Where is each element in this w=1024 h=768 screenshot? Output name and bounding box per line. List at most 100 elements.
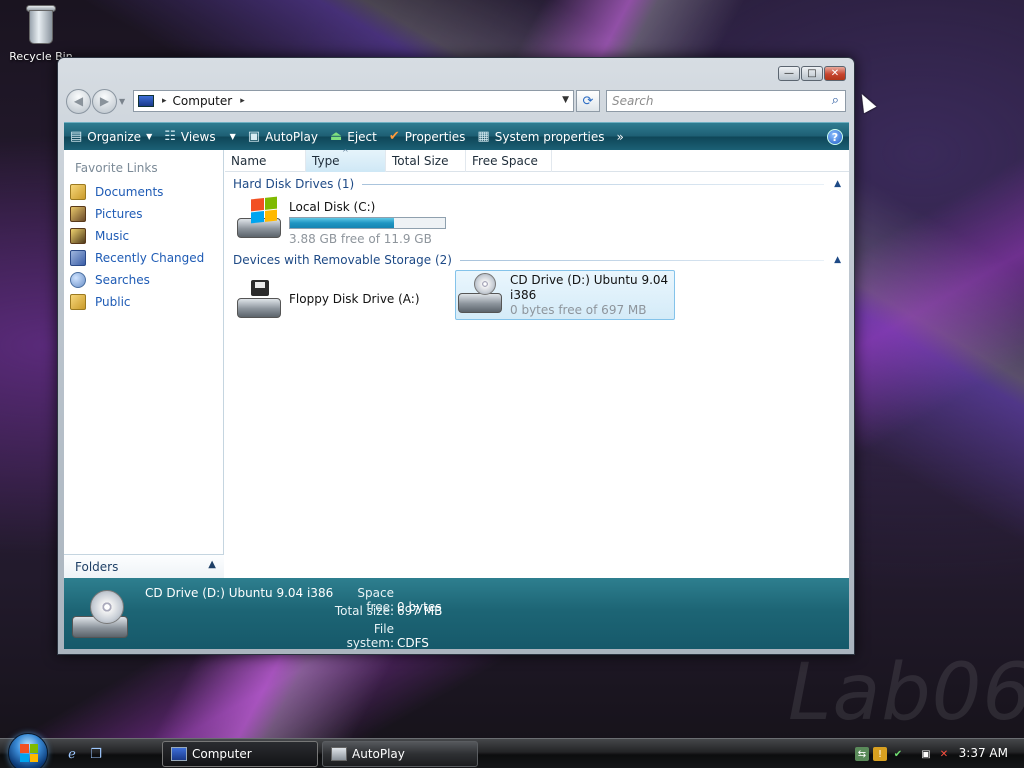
eject-label: Eject <box>347 129 377 144</box>
close-button[interactable]: ✕ <box>824 66 846 81</box>
system-properties-icon: ▦ <box>477 129 490 144</box>
drive-name-line1: CD Drive (D:) Ubuntu 9.04 <box>510 273 669 287</box>
group-title: Devices with Removable Storage (2) <box>233 253 452 267</box>
breadcrumb-computer[interactable]: Computer <box>173 94 233 108</box>
security-shield-icon[interactable]: ! <box>873 747 887 761</box>
autoplay-label: AutoPlay <box>265 129 318 144</box>
system-clock[interactable]: 3:37 AM <box>959 746 1008 760</box>
favorite-links-title: Favorite Links <box>75 161 158 175</box>
column-header-total-size[interactable]: Total Size <box>386 150 466 172</box>
drive-free-space: 0 bytes free of 697 MB <box>510 303 647 317</box>
switch-windows-icon[interactable]: ❐ <box>88 746 104 762</box>
explorer-window: — □ ✕ ◀ ▶ ▼ ▸ Computer ▸ ▼ ⟳ Search ⌕ ▤ O… <box>57 57 855 655</box>
group-removable-storage[interactable]: Devices with Removable Storage (2) ▲ <box>225 251 849 269</box>
favorite-link-music[interactable]: Music <box>70 225 204 247</box>
address-row: ◀ ▶ ▼ ▸ Computer ▸ ▼ ⟳ Search ⌕ <box>66 88 846 114</box>
column-header-type[interactable]: ^ Type <box>306 148 386 172</box>
favorite-link-searches[interactable]: Searches <box>70 269 204 291</box>
link-label: Public <box>95 295 131 309</box>
drive-free-space: 3.88 GB free of 11.9 GB <box>289 232 432 246</box>
maximize-button[interactable]: □ <box>801 66 823 81</box>
details-file-system: File system: CDFS <box>328 622 429 650</box>
properties-check-icon: ✔ <box>388 129 400 144</box>
favorite-link-documents[interactable]: Documents <box>70 181 204 203</box>
folders-label: Folders <box>75 559 119 574</box>
drive-item-cd[interactable]: CD Drive (D:) Ubuntu 9.04 i386 0 bytes f… <box>455 270 675 320</box>
column-header-label: Type <box>312 154 340 168</box>
back-button[interactable]: ◀ <box>66 88 91 114</box>
taskbar-button-computer[interactable]: Computer <box>162 741 318 767</box>
column-header-name[interactable]: Name <box>225 150 306 172</box>
search-input[interactable]: Search ⌕ <box>606 90 846 112</box>
eject-icon: ⏏ <box>329 129 343 144</box>
search-icon[interactable]: ⌕ <box>832 93 839 108</box>
hard-disk-icon <box>235 196 283 242</box>
breadcrumb-separator[interactable]: ▸ <box>240 96 245 106</box>
network-icon[interactable]: ▣ <box>919 747 933 761</box>
detail-key: Total size: <box>334 604 394 618</box>
minimize-button[interactable]: — <box>778 66 800 81</box>
task-label: AutoPlay <box>352 747 405 761</box>
computer-icon <box>171 747 187 761</box>
refresh-icon: ⟳ <box>582 93 594 109</box>
eject-button[interactable]: ⏏ Eject <box>324 123 383 150</box>
properties-button[interactable]: ✔ Properties <box>383 123 472 150</box>
update-check-icon[interactable]: ✔ <box>891 747 905 761</box>
folders-toggle[interactable]: Folders ▲ <box>64 554 224 578</box>
pictures-icon <box>70 206 86 222</box>
chevron-up-icon: ▲ <box>834 255 841 265</box>
details-total-size: Total size: 697 MB <box>332 604 442 618</box>
group-divider <box>362 183 825 185</box>
taskbar: ℯ ❐ Computer AutoPlay ⇆ ! ✔ ▣ ✕ 3:37 AM <box>0 733 1024 768</box>
internet-explorer-icon[interactable]: ℯ <box>64 746 80 762</box>
back-arrow-icon: ◀ <box>73 94 84 108</box>
favorite-link-pictures[interactable]: Pictures <box>70 203 204 225</box>
system-properties-button[interactable]: ▦ System properties <box>471 123 610 150</box>
drive-name-line2: i386 <box>510 288 537 302</box>
command-bar: ▤ Organize ▼ ☷ Views ▼ ▣ AutoPlay ⏏ Eject ✔ Pro… <box>64 122 849 150</box>
detail-value: CDFS <box>397 636 429 650</box>
organize-label: Organize <box>87 129 142 144</box>
help-icon[interactable]: ? <box>827 129 843 145</box>
network-sharing-icon[interactable]: ⇆ <box>855 747 869 761</box>
column-header-free-space[interactable]: Free Space <box>466 150 552 172</box>
refresh-button[interactable]: ⟳ <box>576 90 600 112</box>
cd-drive-icon <box>456 271 504 317</box>
system-properties-label: System properties <box>494 129 605 144</box>
documents-icon <box>70 184 86 200</box>
link-label: Documents <box>95 185 164 199</box>
sort-caret-icon: ^ <box>342 148 349 157</box>
disk-usage-fill <box>290 218 394 228</box>
taskbar-button-autoplay[interactable]: AutoPlay <box>322 741 478 767</box>
chevron-down-icon: ▼ <box>229 132 236 141</box>
detail-value: 697 MB <box>397 604 443 618</box>
breadcrumb-separator[interactable]: ▸ <box>162 96 167 106</box>
favorite-link-recently-changed[interactable]: Recently Changed <box>70 247 204 269</box>
favorite-link-public[interactable]: Public <box>70 291 204 313</box>
more-commands-button[interactable]: » <box>611 123 630 150</box>
autoplay-button[interactable]: ▣ AutoPlay <box>242 123 324 150</box>
favorite-links-list: Documents Pictures Music Recently Change… <box>70 181 204 313</box>
address-bar[interactable]: ▸ Computer ▸ ▼ <box>133 90 574 112</box>
disk-usage-bar <box>289 217 446 229</box>
organize-button[interactable]: ▤ Organize ▼ <box>64 123 158 150</box>
navigation-pane: Favorite Links Documents Pictures Music … <box>64 150 224 578</box>
forward-button[interactable]: ▶ <box>92 88 117 114</box>
detail-key: File system: <box>346 622 394 650</box>
views-button[interactable]: ☷ Views ▼ <box>158 123 242 150</box>
volume-muted-icon[interactable]: ✕ <box>937 747 951 761</box>
recent-pages-dropdown[interactable]: ▼ <box>119 97 129 106</box>
start-button[interactable] <box>8 733 48 768</box>
drive-item-floppy[interactable]: Floppy Disk Drive (A:) <box>235 274 420 324</box>
link-label: Searches <box>95 273 150 287</box>
address-dropdown-icon[interactable]: ▼ <box>562 95 569 105</box>
drive-item-local-disk[interactable]: Local Disk (C:) 3.88 GB free of 11.9 GB <box>235 196 446 246</box>
chevron-up-icon: ▲ <box>208 559 216 570</box>
caption-buttons: — □ ✕ <box>778 66 846 81</box>
drive-name: Floppy Disk Drive (A:) <box>289 292 420 306</box>
group-hard-disk-drives[interactable]: Hard Disk Drives (1) ▲ <box>225 175 849 193</box>
details-title: CD Drive (D:) Ubuntu 9.04 i386 <box>145 586 334 600</box>
chevron-down-icon: ▼ <box>146 132 153 141</box>
recycle-bin-desktop-icon[interactable]: Recycle Bin <box>6 2 76 63</box>
link-label: Music <box>95 229 130 243</box>
